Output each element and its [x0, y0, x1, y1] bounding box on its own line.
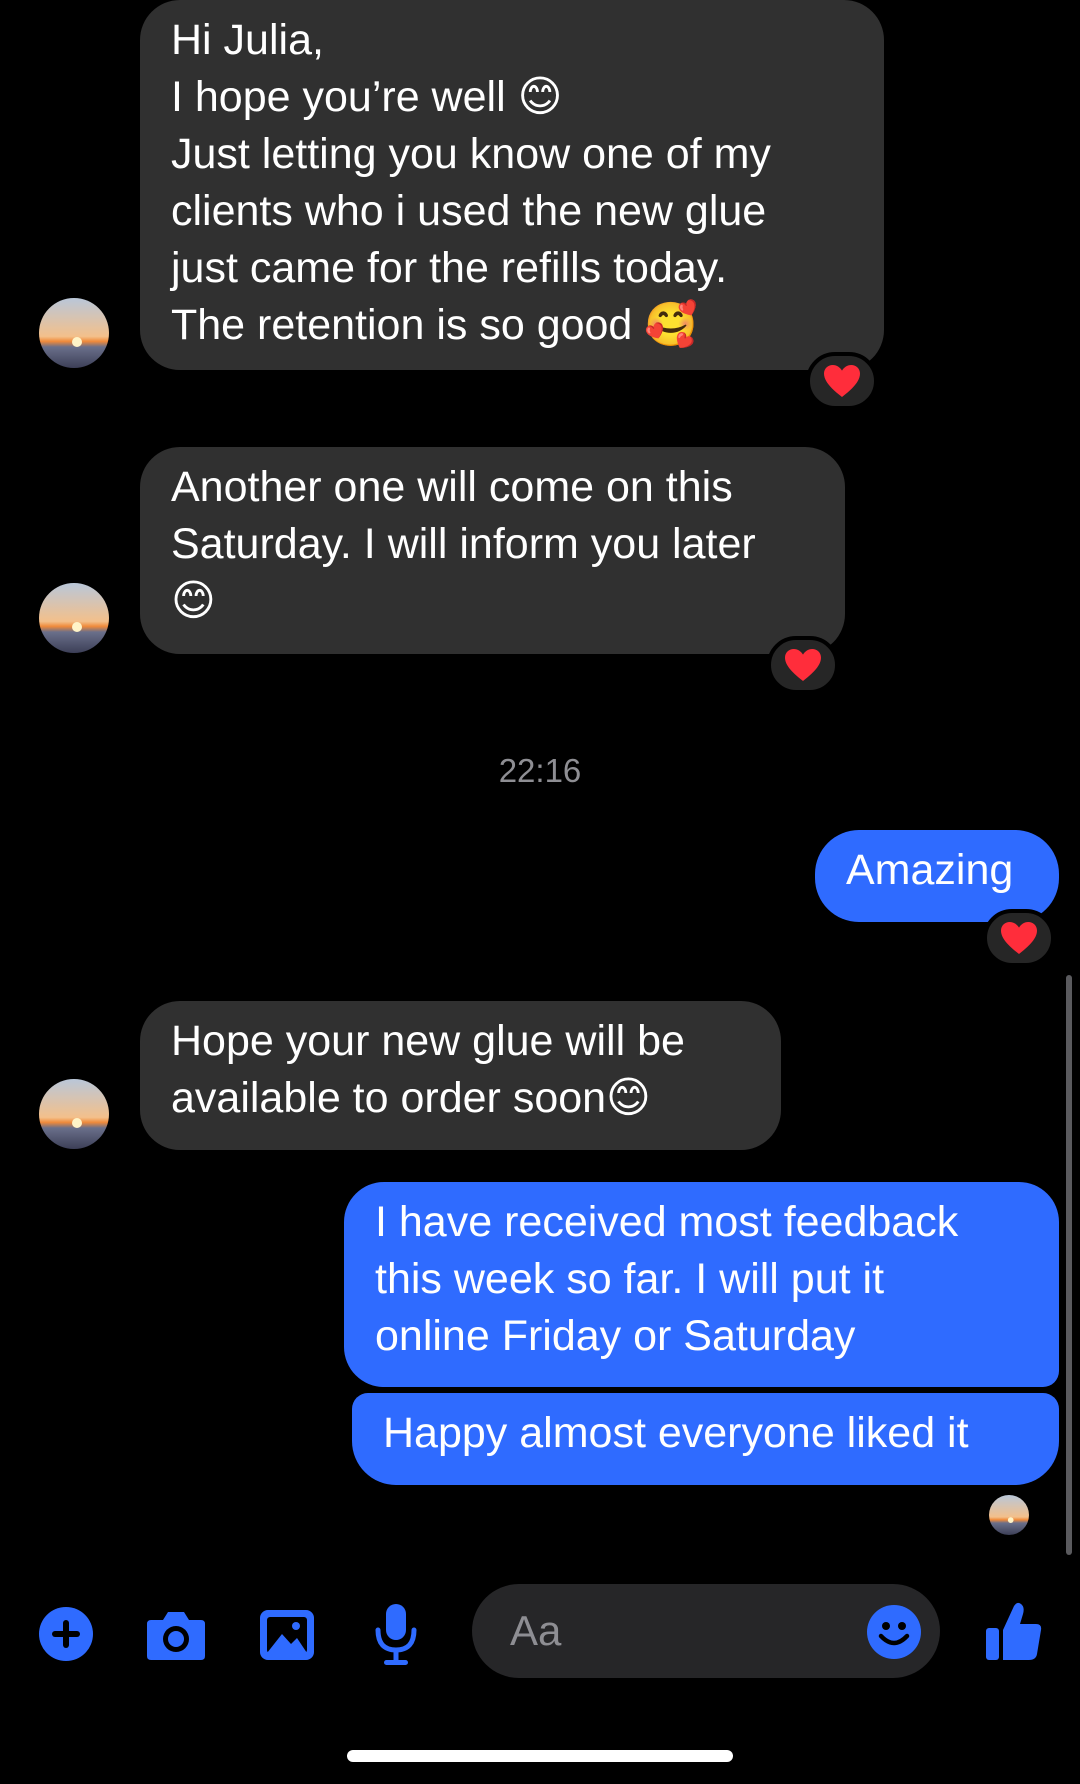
microphone-icon[interactable] — [374, 1602, 418, 1666]
emoji-icon[interactable] — [866, 1604, 922, 1660]
message-bubble-incoming[interactable]: Hope your new glue will be available to … — [140, 1001, 781, 1150]
message-bubble-outgoing[interactable]: Happy almost everyone liked it — [352, 1393, 1059, 1485]
thumbs-up-icon[interactable] — [984, 1600, 1044, 1664]
heart-icon — [785, 649, 821, 681]
heart-icon — [1001, 922, 1037, 954]
message-bubble-outgoing[interactable]: I have received most feedback this week … — [344, 1182, 1059, 1387]
contact-avatar[interactable] — [39, 298, 109, 368]
home-indicator[interactable] — [347, 1750, 733, 1762]
image-icon[interactable] — [258, 1608, 316, 1662]
heart-reaction[interactable] — [767, 636, 839, 694]
message-bubble-incoming[interactable]: Another one will come on this Saturday. … — [140, 447, 845, 654]
timestamp: 22:16 — [498, 752, 582, 789]
scrollbar[interactable] — [1066, 975, 1072, 1555]
camera-icon[interactable] — [145, 1608, 207, 1662]
contact-avatar[interactable] — [39, 583, 109, 653]
message-bubble-incoming[interactable]: Hi Julia, I hope you’re well 😊 Just lett… — [140, 0, 884, 370]
heart-reaction[interactable] — [983, 909, 1055, 967]
message-composer[interactable] — [472, 1584, 940, 1678]
contact-avatar[interactable] — [39, 1079, 109, 1149]
heart-icon — [824, 365, 860, 397]
heart-reaction[interactable] — [806, 352, 878, 410]
chat-screen: Hi Julia, I hope you’re well 😊 Just lett… — [0, 0, 1080, 1784]
plus-icon[interactable] — [38, 1606, 94, 1662]
message-input[interactable] — [510, 1584, 810, 1678]
read-receipt-avatar — [989, 1495, 1029, 1535]
